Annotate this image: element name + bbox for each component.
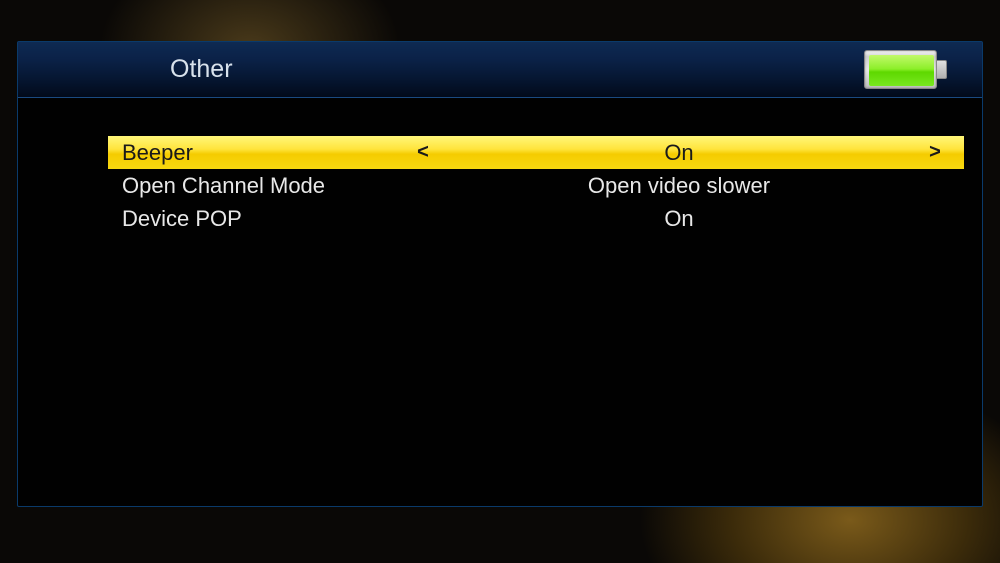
setting-value: On	[434, 140, 924, 166]
chevron-left-icon[interactable]: <	[412, 141, 434, 164]
settings-list: Beeper < On > Open Channel Mode < Open v…	[18, 98, 982, 506]
setting-label: Beeper	[122, 140, 412, 166]
setting-row-1[interactable]: Open Channel Mode < Open video slower >	[108, 169, 964, 202]
setting-value: Open video slower	[434, 173, 924, 199]
setting-label: Device POP	[122, 206, 412, 232]
chevron-right-icon[interactable]: >	[924, 141, 946, 164]
title-bar: Other	[18, 42, 982, 98]
setting-row-0[interactable]: Beeper < On >	[108, 136, 964, 169]
page-title: Other	[170, 55, 233, 84]
setting-row-2[interactable]: Device POP < On >	[108, 202, 964, 235]
battery-icon	[864, 50, 947, 89]
setting-value: On	[434, 206, 924, 232]
settings-panel: Other Beeper < On > Open Channel Mode < …	[17, 41, 983, 507]
setting-label: Open Channel Mode	[122, 173, 412, 199]
